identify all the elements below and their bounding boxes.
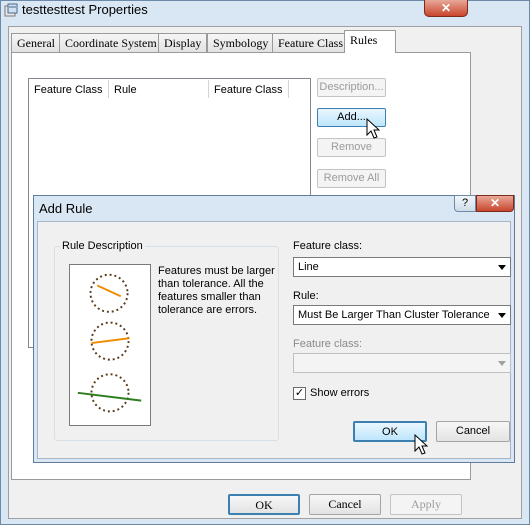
show-errors-checkbox[interactable]: ✓: [293, 387, 306, 400]
rule-description-label: Rule Description: [60, 240, 145, 252]
window-title: testtesttest Properties: [22, 2, 148, 17]
column-divider[interactable]: [108, 80, 109, 98]
close-icon: ✕: [489, 196, 501, 210]
feature-class-label: Feature class:: [293, 240, 363, 252]
feature-class-2-dropdown[interactable]: [293, 353, 511, 373]
rule-preview-image: [69, 264, 151, 426]
properties-window-icon: [4, 3, 18, 17]
dropdown-arrow-icon: [498, 313, 506, 318]
feature-class-value: Line: [298, 261, 319, 273]
feature-class-dropdown[interactable]: Line: [293, 257, 511, 277]
tab-feature-class[interactable]: Feature Class: [272, 33, 349, 52]
rule-description-text: Features must be larger than tolerance. …: [158, 265, 275, 316]
preview-circle-inside-line: [90, 321, 130, 361]
feature-class-2-label: Feature class:: [293, 338, 363, 350]
mouse-pointer-icon: [366, 118, 380, 139]
column-header-rule[interactable]: Rule: [114, 84, 137, 96]
window-close-button[interactable]: ✕: [424, 0, 468, 17]
properties-cancel-button[interactable]: Cancel: [309, 494, 381, 515]
column-header-feature-class[interactable]: Feature Class: [34, 84, 102, 96]
rule-value: Must Be Larger Than Cluster Tolerance: [298, 309, 490, 321]
dialog-title: Add Rule: [39, 201, 93, 216]
properties-apply-button[interactable]: Apply: [390, 494, 462, 515]
tab-display[interactable]: Display: [158, 33, 208, 52]
help-icon: ?: [461, 197, 469, 209]
column-divider[interactable]: [208, 80, 209, 98]
checkmark-icon: ✓: [294, 387, 305, 399]
dialog-close-button[interactable]: ✕: [476, 195, 514, 212]
dialog-cancel-button[interactable]: Cancel: [436, 421, 510, 442]
preview-circle-small-line: [89, 273, 129, 313]
tab-symbology[interactable]: Symbology: [207, 33, 275, 52]
tab-coordinate-system[interactable]: Coordinate System: [59, 33, 163, 52]
preview-circle-crossing-line: [77, 373, 142, 413]
show-errors-label[interactable]: Show errors: [310, 387, 369, 399]
description-button[interactable]: Description...: [317, 78, 386, 97]
help-button[interactable]: ?: [454, 195, 476, 212]
dropdown-arrow-icon: [498, 265, 506, 270]
close-icon: ✕: [440, 1, 452, 15]
tab-rules[interactable]: Rules: [344, 30, 396, 53]
rule-label: Rule:: [293, 290, 319, 302]
rule-dropdown[interactable]: Must Be Larger Than Cluster Tolerance: [293, 305, 511, 325]
tab-general[interactable]: General: [11, 33, 61, 52]
remove-all-button[interactable]: Remove All: [317, 169, 386, 188]
column-header-feature-class-2[interactable]: Feature Class: [214, 84, 282, 96]
remove-button[interactable]: Remove: [317, 138, 386, 157]
properties-ok-button[interactable]: OK: [228, 494, 300, 515]
column-divider[interactable]: [288, 80, 289, 98]
dropdown-arrow-icon: [498, 361, 506, 366]
mouse-pointer-icon: [414, 434, 428, 455]
